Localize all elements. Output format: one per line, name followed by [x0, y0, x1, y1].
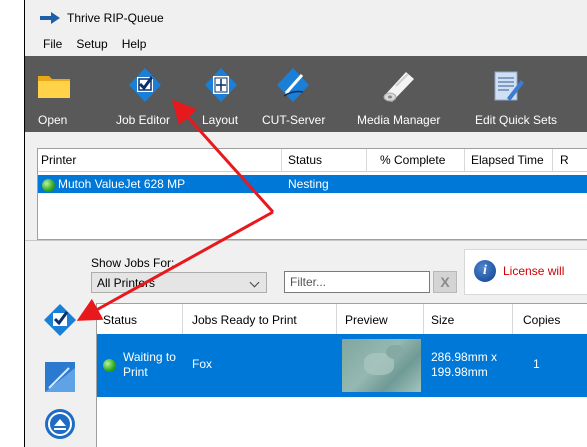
- toolbar: Open Job Editor Layout CUT-Server Media …: [25, 56, 587, 132]
- printer-table-header: Printer Status % Complete Elapsed Time R: [38, 149, 587, 172]
- show-jobs-for-select[interactable]: All Printers: [91, 272, 267, 293]
- cut-server-label: CUT-Server: [262, 113, 326, 127]
- job-preview-thumbnail: [342, 339, 421, 392]
- cut-server-button[interactable]: CUT-Server: [261, 56, 327, 132]
- printer-name: Mutoh ValueJet 628 MP: [58, 177, 186, 191]
- col-jobs-ready[interactable]: Jobs Ready to Print: [192, 313, 297, 327]
- printer-status: Nesting: [288, 177, 329, 191]
- upload-side-icon[interactable]: [43, 407, 77, 441]
- edit-quick-sets-button[interactable]: Edit Quick Sets: [475, 56, 587, 132]
- col-printer[interactable]: Printer: [41, 153, 76, 167]
- info-icon: i: [474, 260, 496, 282]
- col-complete[interactable]: % Complete: [380, 153, 445, 167]
- media-manager-icon: [383, 72, 414, 102]
- clear-filter-button[interactable]: X: [433, 271, 457, 293]
- edit-quick-sets-label: Edit Quick Sets: [475, 113, 558, 127]
- col-size[interactable]: Size: [431, 313, 454, 327]
- job-size-line1: 286.98mm x: [431, 350, 498, 364]
- show-jobs-for-label: Show Jobs For:: [91, 256, 175, 270]
- printer-table: Printer Status % Complete Elapsed Time R…: [37, 148, 587, 240]
- job-copies: 1: [533, 357, 540, 371]
- job-editor-icon: [129, 68, 161, 102]
- job-status-line1: Waiting to: [123, 350, 176, 364]
- col-copies[interactable]: Copies: [523, 313, 560, 327]
- edit-quick-sets-icon: [494, 71, 524, 101]
- chevron-down-icon: [249, 277, 260, 288]
- title-bar: Thrive RIP-Queue: [25, 8, 164, 28]
- license-notice: i License will: [464, 249, 587, 295]
- edit-side-icon[interactable]: [43, 360, 77, 394]
- job-editor-label: Job Editor: [116, 113, 171, 127]
- open-label: Open: [38, 113, 68, 127]
- menu-setup[interactable]: Setup: [74, 37, 109, 51]
- media-manager-button[interactable]: Media Manager: [357, 56, 441, 132]
- open-button[interactable]: Open: [29, 56, 79, 132]
- media-manager-label: Media Manager: [357, 113, 441, 127]
- license-text: License will: [503, 264, 565, 278]
- layout-icon: [205, 68, 237, 102]
- app-arrow-icon: [40, 12, 60, 24]
- job-name: Fox: [192, 357, 213, 371]
- status-green-icon: [103, 359, 116, 373]
- layout-label: Layout: [202, 113, 239, 127]
- job-editor-button[interactable]: Job Editor: [113, 56, 179, 132]
- jobs-table-header: Status Jobs Ready to Print Preview Size …: [97, 304, 587, 335]
- job-row[interactable]: Waiting to Print Fox 286.98mm x 199.98mm…: [97, 334, 587, 397]
- app-window: Thrive RIP-Queue File Setup Help Open Jo…: [24, 0, 587, 447]
- app-title: Thrive RIP-Queue: [67, 11, 164, 25]
- cut-server-icon: [277, 68, 309, 102]
- job-size-line2: 199.98mm: [431, 365, 488, 379]
- jobs-table: Status Jobs Ready to Print Preview Size …: [96, 303, 587, 447]
- filter-input[interactable]: Filter...: [284, 271, 430, 293]
- col-preview[interactable]: Preview: [345, 313, 388, 327]
- folder-icon: [38, 76, 70, 98]
- job-status-line2: Print: [123, 365, 148, 379]
- col-job-status[interactable]: Status: [103, 313, 137, 327]
- menu-help[interactable]: Help: [120, 37, 149, 51]
- status-green-icon: [42, 179, 55, 192]
- show-jobs-for-value: All Printers: [97, 276, 156, 290]
- printer-row[interactable]: Mutoh ValueJet 628 MP Nesting: [38, 175, 587, 193]
- layout-button[interactable]: Layout: [195, 56, 251, 132]
- job-editor-side-icon[interactable]: [43, 303, 77, 337]
- col-status[interactable]: Status: [288, 153, 322, 167]
- menu-file[interactable]: File: [41, 37, 64, 51]
- col-elapsed[interactable]: Elapsed Time: [471, 153, 544, 167]
- col-r[interactable]: R: [560, 153, 569, 167]
- menu-bar: File Setup Help: [25, 34, 148, 54]
